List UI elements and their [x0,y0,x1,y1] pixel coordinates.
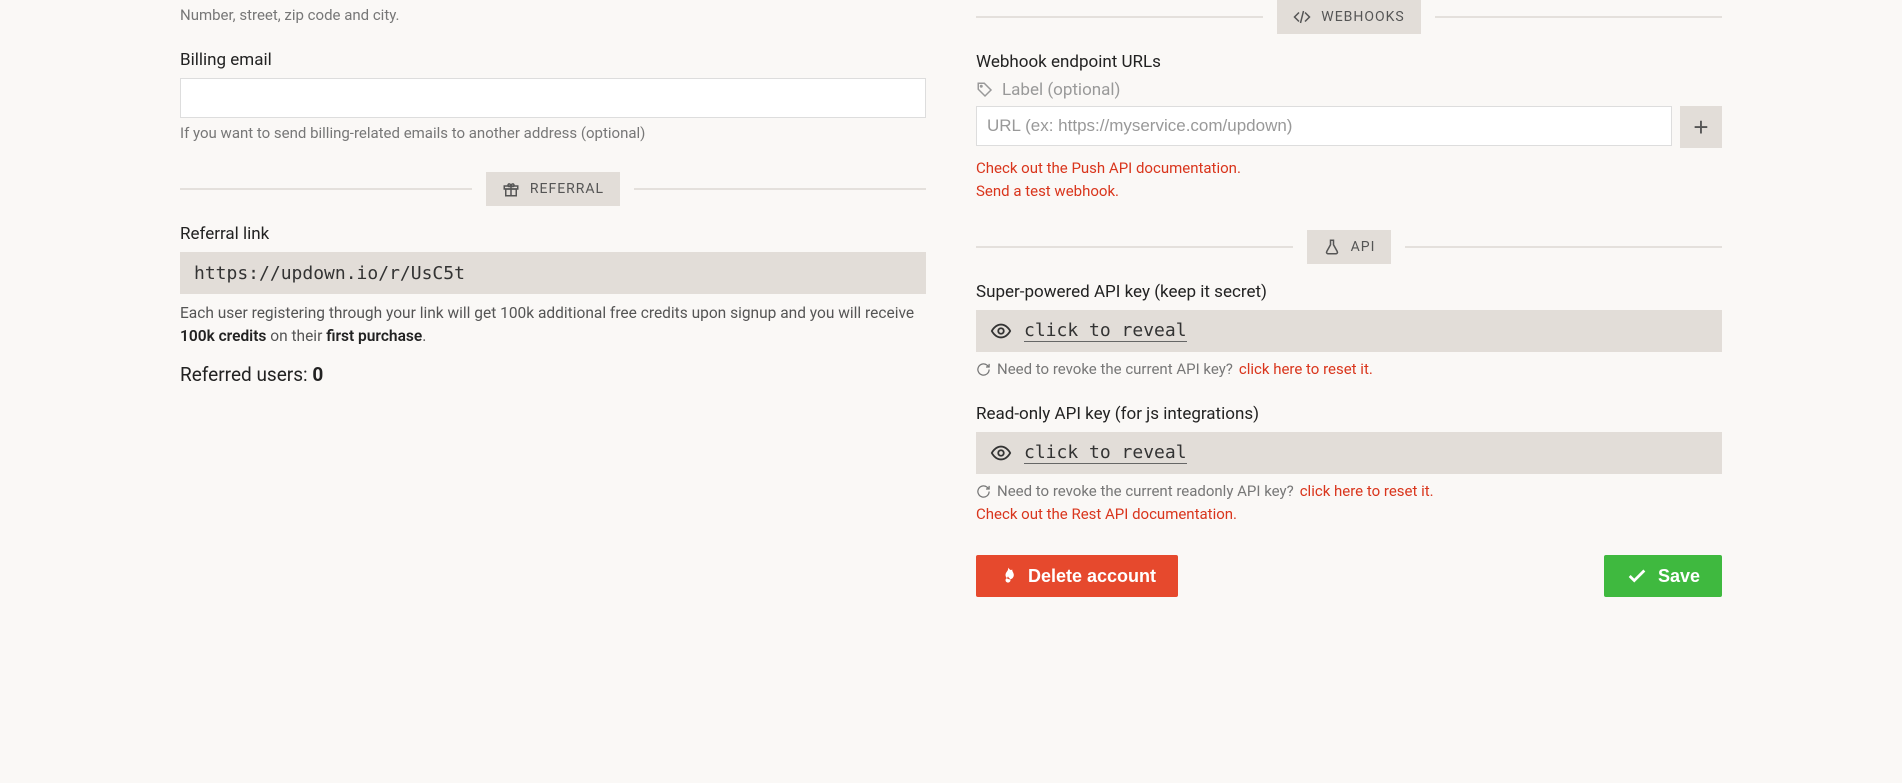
click-to-reveal[interactable]: click to reveal [1024,442,1187,464]
add-webhook-button[interactable]: + [1680,106,1722,148]
billing-email-input[interactable] [180,78,926,118]
delete-account-button[interactable]: Delete account [976,555,1178,597]
rest-api-doc-link[interactable]: Check out the Rest API documentation. [976,505,1237,523]
webhook-urls-label: Webhook endpoint URLs [976,52,1722,72]
plus-icon: + [1693,112,1708,143]
flame-icon [998,566,1018,586]
api-section-label: API [1351,239,1376,255]
referred-users: Referred users: 0 [180,363,926,386]
reset-api-key-link[interactable]: click here to reset it. [1239,360,1373,378]
readonly-api-key-label: Read-only API key (for js integrations) [976,404,1722,424]
send-test-webhook-link[interactable]: Send a test webhook. [976,182,1119,200]
revoke-api-key-text: Need to revoke the current API key? [997,360,1233,378]
webhook-label-input[interactable]: Label (optional) [976,80,1722,100]
click-to-reveal[interactable]: click to reveal [1024,320,1187,342]
flask-icon [1323,238,1341,256]
referral-link-label: Referral link [180,224,926,244]
divider-line [976,16,1263,18]
referral-link-box[interactable]: https://updown.io/r/UsC5t [180,252,926,294]
api-section-badge: API [1307,230,1392,264]
refresh-icon [976,362,991,377]
super-api-key-box[interactable]: click to reveal [976,310,1722,352]
eye-icon [990,320,1012,342]
code-icon [1293,8,1311,26]
webhooks-section-label: WEBHOOKS [1321,9,1404,25]
revoke-readonly-api-key-text: Need to revoke the current readonly API … [997,482,1294,500]
billing-email-label: Billing email [180,50,926,70]
eye-icon [990,442,1012,464]
referral-section-badge: REFERRAL [486,172,620,206]
divider-line [1405,246,1722,248]
divider-line [1435,16,1722,18]
reset-readonly-api-key-link[interactable]: click here to reset it. [1300,482,1434,500]
push-api-doc-link[interactable]: Check out the Push API documentation. [976,159,1241,177]
webhooks-section-badge: WEBHOOKS [1277,0,1420,34]
divider-line [634,188,926,190]
gift-icon [502,180,520,198]
referral-link-value: https://updown.io/r/UsC5t [194,263,465,284]
address-help: Number, street, zip code and city. [180,6,926,24]
referral-section-label: REFERRAL [530,181,604,197]
divider-line [976,246,1293,248]
billing-email-help: If you want to send billing-related emai… [180,124,926,142]
referral-description: Each user registering through your link … [180,302,926,349]
tag-icon [976,81,994,99]
readonly-api-key-box[interactable]: click to reveal [976,432,1722,474]
check-icon [1626,565,1648,587]
refresh-icon [976,484,991,499]
webhook-url-input[interactable] [976,106,1672,146]
divider-line [180,188,472,190]
super-api-key-label: Super-powered API key (keep it secret) [976,282,1722,302]
save-button[interactable]: Save [1604,555,1722,597]
